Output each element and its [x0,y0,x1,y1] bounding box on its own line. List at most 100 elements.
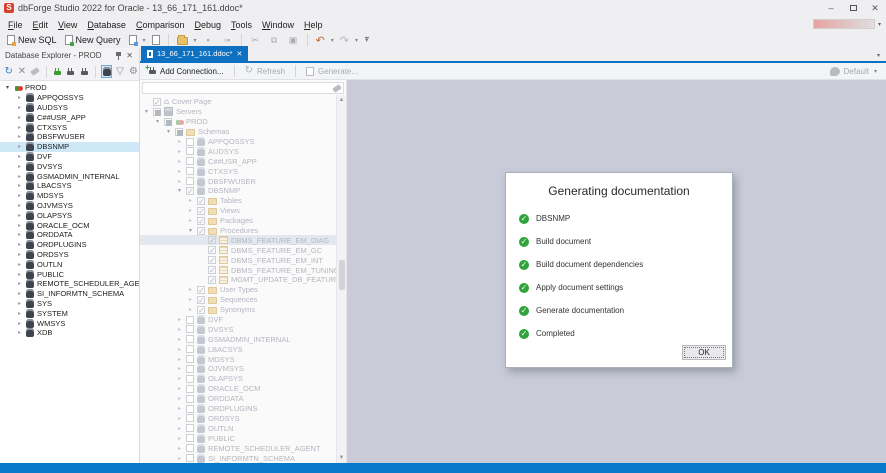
tree-item-olapsys[interactable]: ▸OLAPSYS [0,210,139,220]
settings-gear-icon[interactable]: ⚙ [128,65,139,78]
checkbox-unchecked[interactable] [186,157,194,165]
tree-item-ctxsys[interactable]: ▸CTXSYS [0,122,139,132]
tree-item-ordsys[interactable]: ▸ORDSYS [140,414,336,424]
expander-icon[interactable]: ▸ [16,202,23,209]
open-file-button[interactable] [174,34,191,46]
checkbox-checked[interactable] [197,207,205,215]
tree-item-cover-page[interactable]: ⌂Cover Page [140,97,336,107]
expander-icon[interactable]: ▸ [176,316,183,323]
expander-icon[interactable]: ▾ [154,118,161,125]
tree-item-system[interactable]: ▸SYSTEM [0,308,139,318]
expander-icon[interactable]: ▸ [176,138,183,145]
eraser-icon[interactable] [30,65,41,78]
expander-icon[interactable]: ▸ [16,251,23,258]
expander-icon[interactable]: ▸ [16,182,23,189]
new-document-button[interactable] [126,34,140,46]
expander-icon[interactable]: ▾ [176,187,183,194]
checkbox-unchecked[interactable] [186,325,194,333]
menu-item-help[interactable]: Help [299,19,328,31]
expander-icon[interactable]: ▸ [176,455,183,462]
expander-icon[interactable]: ▸ [176,435,183,442]
menu-item-file[interactable]: File [3,19,28,31]
scroll-thumb[interactable] [339,260,345,290]
tree-item-sequences[interactable]: ▸Sequences [140,295,336,305]
refresh-icon[interactable]: ↻ [3,65,14,78]
tree-item-tables[interactable]: ▸Tables [140,196,336,206]
pin-icon[interactable] [115,51,123,60]
tree-item-ojvmsys[interactable]: ▸OJVMSYS [140,364,336,374]
tree-item-oracle-ocm[interactable]: ▸ORACLE_OCM [140,384,336,394]
tree-item-schemas[interactable]: ▾Schemas [140,127,336,137]
undo-dropdown-icon[interactable]: ▾ [330,37,335,44]
copy-button[interactable]: ⧉ [266,34,283,47]
tree-item-dbms-feature-em-tuning[interactable]: DBMS_FEATURE_EM_TUNING [140,265,336,275]
checkbox-unchecked[interactable] [186,454,194,462]
expander-icon[interactable]: ▸ [16,124,23,131]
expander-icon[interactable]: ▸ [176,346,183,353]
checkbox-checked[interactable] [208,246,216,254]
checkbox-unchecked[interactable] [186,444,194,452]
quick-search-dropdown-icon[interactable]: ▾ [875,21,886,28]
filter-icon[interactable]: ▽ [114,65,125,78]
checkbox-checked[interactable] [186,187,194,195]
tree-item-servers[interactable]: ▾Servers [140,107,336,117]
connect-icon[interactable] [52,65,63,78]
tree-item-dbms-feature-em-diag[interactable]: DBMS_FEATURE_EM_DIAG [140,235,336,245]
expander-icon[interactable]: ▸ [176,158,183,165]
expander-icon[interactable]: ▸ [187,207,194,214]
tree-item-dvsys[interactable]: ▸DVSYS [0,161,139,171]
tree-item-mdsys[interactable]: ▸MDSYS [0,191,139,201]
checkbox-checked[interactable] [197,197,205,205]
checkbox-unchecked[interactable] [186,395,194,403]
save-button[interactable]: ▪ [200,34,217,47]
tree-item-orddata[interactable]: ▸ORDDATA [0,230,139,240]
checkbox-unchecked[interactable] [186,375,194,383]
explorer-close-icon[interactable]: ✕ [123,51,136,60]
checkbox-unchecked[interactable] [186,177,194,185]
expander-icon[interactable]: ▸ [176,326,183,333]
expander-icon[interactable]: ▸ [187,296,194,303]
expander-icon[interactable]: ▸ [176,178,183,185]
tree-item-sys[interactable]: ▸SYS [0,299,139,309]
expander-icon[interactable]: ▸ [16,104,23,111]
restore-button[interactable] [842,1,864,15]
tree-item-views[interactable]: ▸Views [140,206,336,216]
expander-icon[interactable]: ▸ [16,222,23,229]
tree-item-dvf[interactable]: ▸DVF [0,152,139,162]
show-system-objects-toggle[interactable] [101,65,113,78]
toolbar-options-icon[interactable]: ▾ [365,37,369,44]
expander-icon[interactable]: ▾ [187,227,194,234]
expander-icon[interactable]: ▸ [16,231,23,238]
checkbox-unchecked[interactable] [186,167,194,175]
expander-icon[interactable]: ▸ [16,320,23,327]
tab-close-icon[interactable]: ✕ [237,50,243,58]
tree-item-remote-scheduler-agent[interactable]: ▸REMOTE_SCHEDULER_AGENT [140,443,336,453]
menu-item-database[interactable]: Database [82,19,131,31]
checkbox-unchecked[interactable] [186,365,194,373]
expander-icon[interactable]: ▸ [176,385,183,392]
generate-button[interactable]: Generate... [301,66,363,77]
expander-icon[interactable]: ▸ [16,94,23,101]
tree-scrollbar[interactable]: ▲ ▼ [336,95,346,463]
tree-item-gsmadmin-internal[interactable]: ▸GSMADMIN_INTERNAL [0,171,139,181]
expander-icon[interactable]: ▸ [16,173,23,180]
menu-item-edit[interactable]: Edit [28,19,54,31]
tree-item-dvf[interactable]: ▸DVF [140,315,336,325]
tree-item-procedures[interactable]: ▾Procedures [140,226,336,236]
expander-icon[interactable]: ▸ [176,148,183,155]
menu-item-window[interactable]: Window [257,19,299,31]
reconnect-icon[interactable] [79,65,90,78]
cut-button[interactable]: ✂ [247,34,264,47]
checkbox-unchecked[interactable] [186,405,194,413]
expander-icon[interactable]: ▾ [4,84,11,91]
checkbox-unchecked[interactable] [186,424,194,432]
expander-icon[interactable]: ▸ [187,286,194,293]
expander-icon[interactable]: ▸ [176,395,183,402]
tree-item-olapsys[interactable]: ▸OLAPSYS [140,374,336,384]
expander-icon[interactable]: ▸ [16,290,23,297]
tree-item-wmsys[interactable]: ▸WMSYS [0,318,139,328]
tree-item-orddata[interactable]: ▸ORDDATA [140,394,336,404]
checkbox-unchecked[interactable] [186,147,194,155]
clear-search-icon[interactable] [332,84,341,93]
expander-icon[interactable]: ▸ [16,133,23,140]
